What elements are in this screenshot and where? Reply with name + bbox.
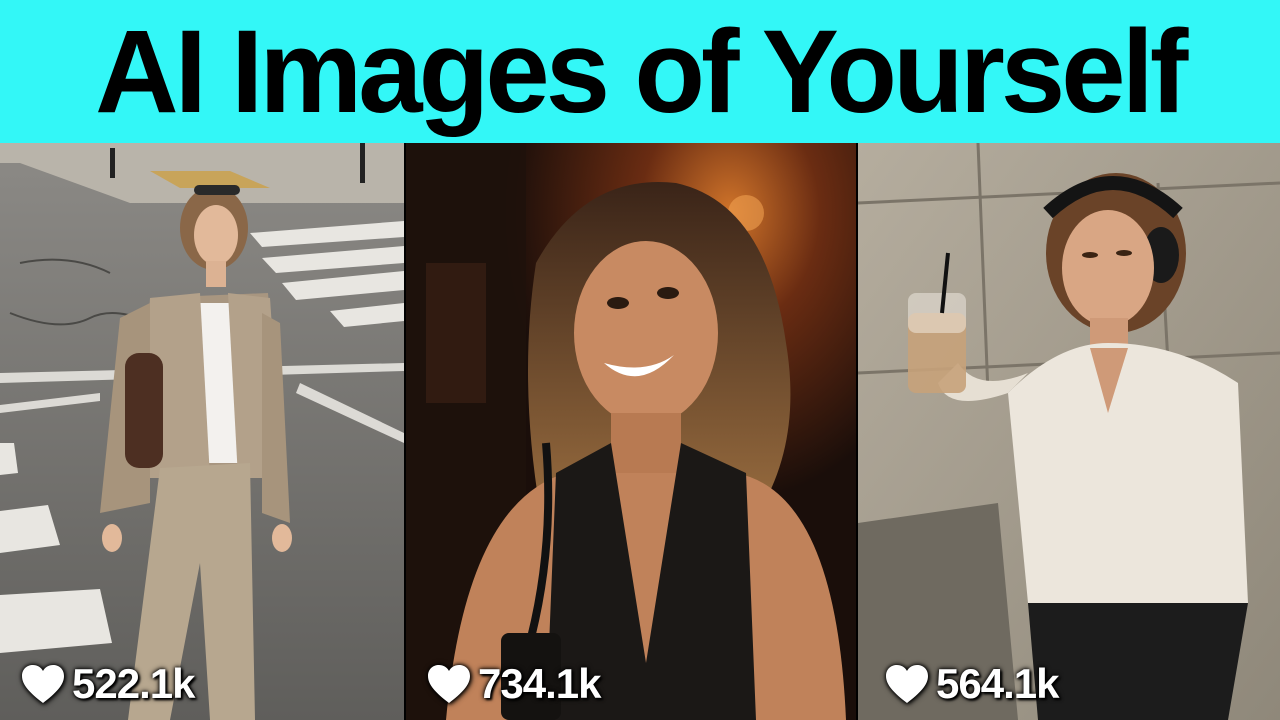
thumbnail: AI Images of Yourself 522.1k 734.1k 564.… — [0, 0, 1280, 720]
heart-icon — [428, 665, 470, 703]
photo-stone-wall — [858, 143, 1280, 720]
like-count-value: 734.1k — [478, 660, 601, 707]
like-count-value: 564.1k — [936, 660, 1059, 707]
like-count-1: 522.1k — [20, 660, 195, 708]
heart-icon — [886, 665, 928, 703]
title-banner: AI Images of Yourself — [0, 0, 1280, 143]
photo-card-3: 564.1k — [858, 143, 1280, 720]
like-count-value: 522.1k — [72, 660, 195, 707]
photo-crosswalk — [0, 143, 404, 720]
like-count-2: 734.1k — [426, 660, 601, 708]
photo-restaurant — [406, 143, 856, 720]
photo-card-1: 522.1k — [0, 143, 404, 720]
heart-icon — [22, 665, 64, 703]
page-title: AI Images of Yourself — [95, 5, 1188, 138]
photo-card-2: 734.1k — [406, 143, 856, 720]
photo-gallery: 522.1k 734.1k 564.1k — [0, 143, 1280, 720]
like-count-3: 564.1k — [884, 660, 1059, 708]
